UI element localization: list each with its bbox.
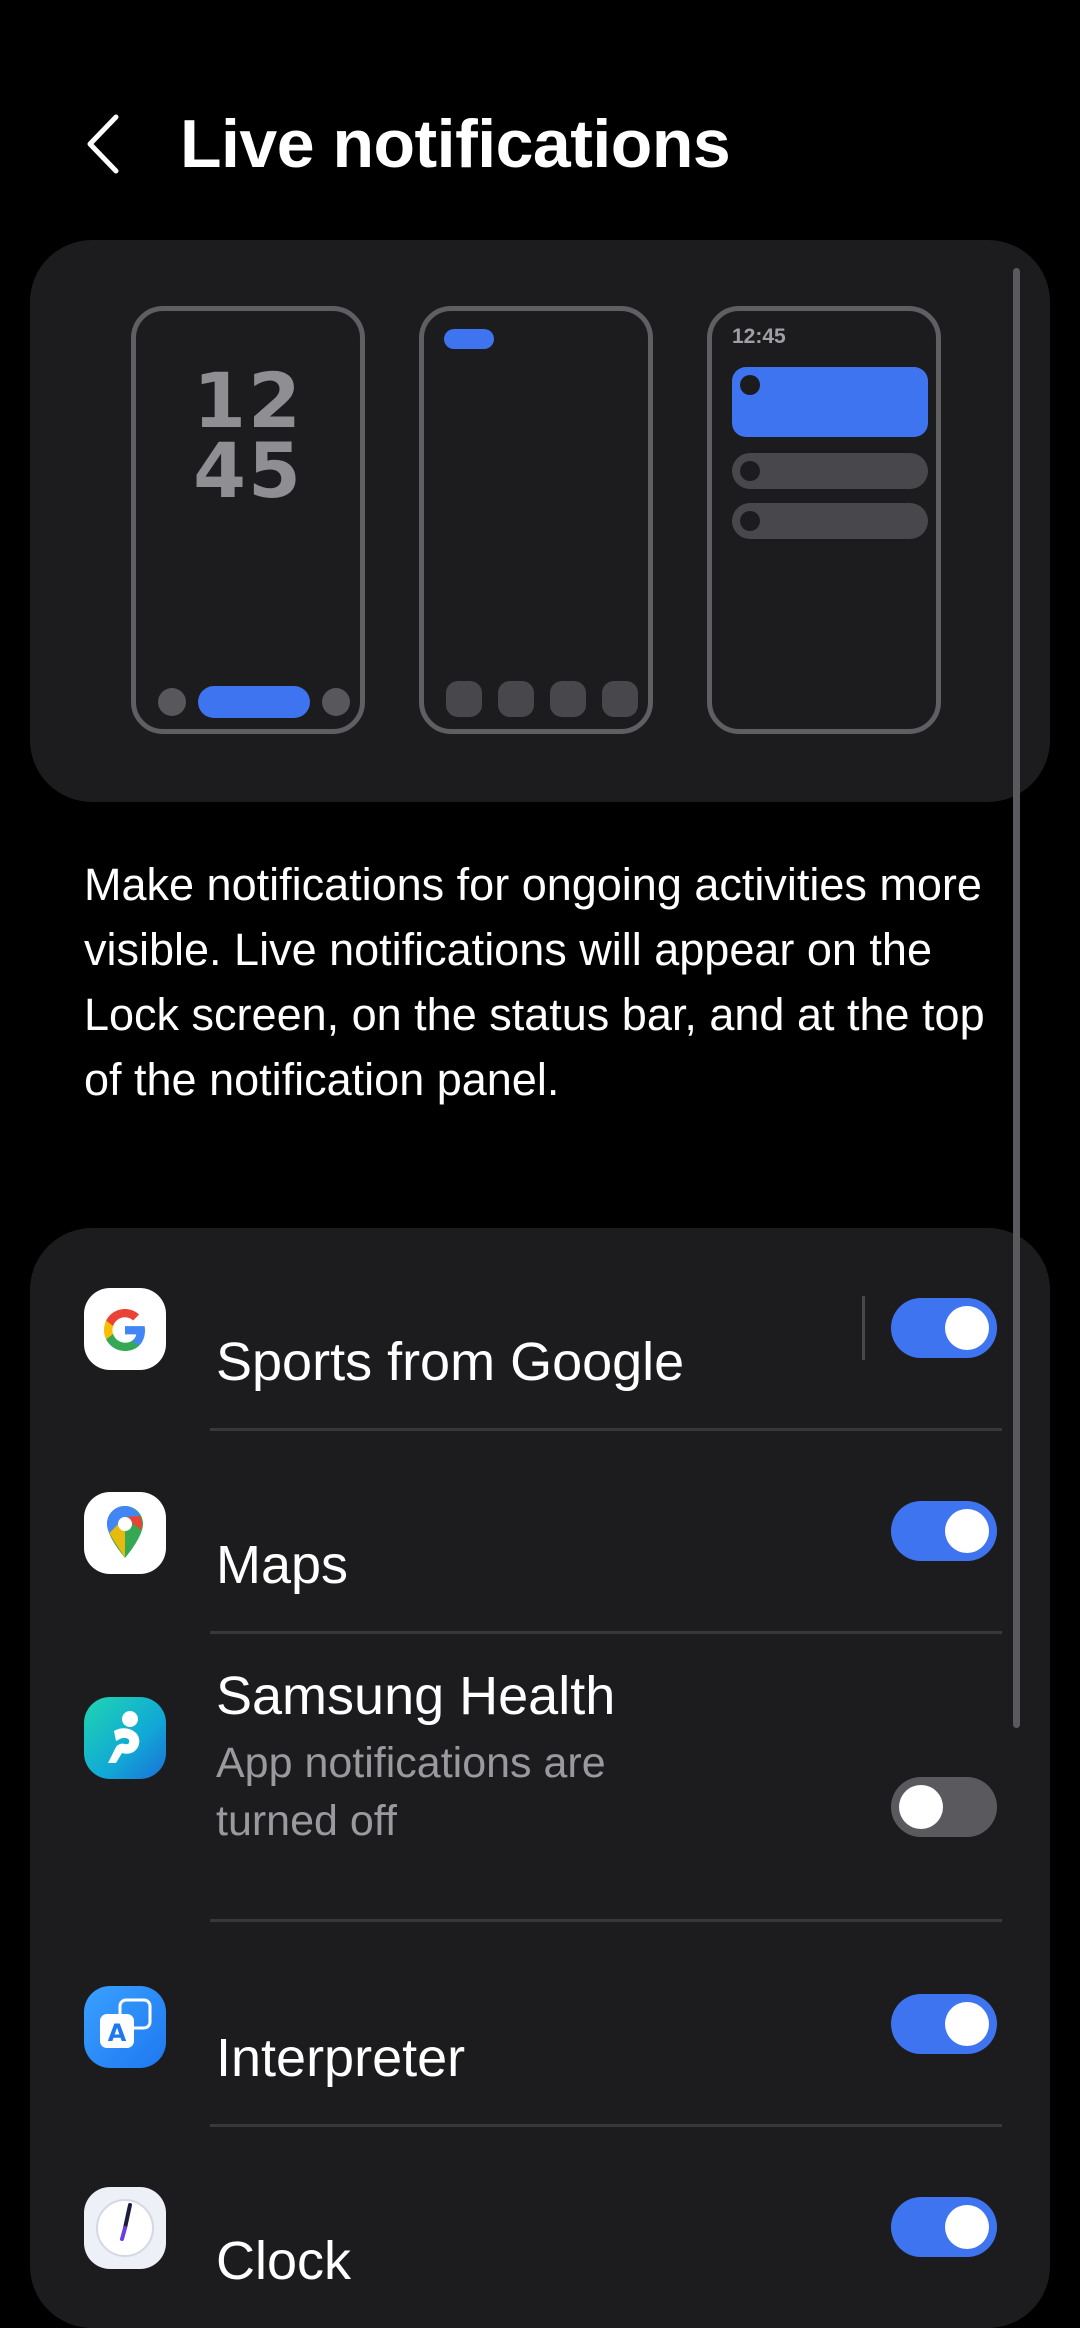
app-row-samsung-health[interactable]: Samsung Health App notifications are tur… [30,1634,1050,1919]
app-label: Samsung Health [216,1666,616,1726]
app-label: Maps [216,1535,349,1595]
app-label: Clock [216,2231,352,2291]
app-row-interpreter[interactable]: A Interpreter [30,1922,1050,2124]
svg-text:A: A [108,2019,127,2047]
notification-placeholder [732,503,928,539]
app-header: Live notifications [0,0,1080,240]
page-title: Live notifications [180,106,731,182]
app-row-sports-from-google[interactable]: Sports from Google [30,1228,1050,1428]
lock-shortcut-dot-right [322,688,350,716]
clock-toggle[interactable] [891,2197,997,2257]
clock-icon [84,2187,166,2269]
feature-description: Make notifications for ongoing activitie… [84,859,985,1105]
app-row-clock[interactable]: Clock [30,2127,1050,2327]
preview-illustration-card: 12 45 12:45 [30,240,1050,802]
sports-from-google-toggle[interactable] [891,1298,997,1358]
row-divider-vertical [862,1296,865,1360]
interpreter-toggle[interactable] [891,1994,997,2054]
notification-placeholder [732,453,928,489]
google-maps-icon [84,1492,166,1574]
status-bar-preview [419,306,653,734]
live-notification-pill [198,686,310,718]
lock-clock-minute: 45 [193,426,303,515]
app-status-subtitle: App notifications are turned off [216,1739,606,1845]
samsung-health-toggle[interactable] [891,1777,997,1837]
scrollbar[interactable] [1013,268,1020,1728]
samsung-health-icon [84,1697,166,1779]
dock-app-placeholder [550,681,586,717]
dock-app-placeholder [498,681,534,717]
app-list-card: Sports from Google Maps Samsung Health A… [30,1228,1050,2328]
dock-app-placeholder [602,681,638,717]
app-label: Interpreter [216,2028,466,2088]
interpreter-icon: A [84,1986,166,2068]
app-row-maps[interactable]: Maps [30,1431,1050,1631]
live-notification-card [732,367,928,437]
maps-toggle[interactable] [891,1501,997,1561]
panel-time: 12:45 [732,325,786,348]
back-button[interactable] [72,104,136,184]
notification-panel-preview: 12:45 [707,306,941,734]
lock-screen-preview: 12 45 [131,306,365,734]
app-label: Sports from Google [216,1332,685,1392]
google-icon [84,1288,166,1370]
dock-app-placeholder [446,681,482,717]
chevron-left-icon [87,114,119,174]
lock-shortcut-dot-left [158,688,186,716]
lock-screen-clock: 12 45 [136,363,360,515]
status-bar-live-chip [444,329,494,349]
